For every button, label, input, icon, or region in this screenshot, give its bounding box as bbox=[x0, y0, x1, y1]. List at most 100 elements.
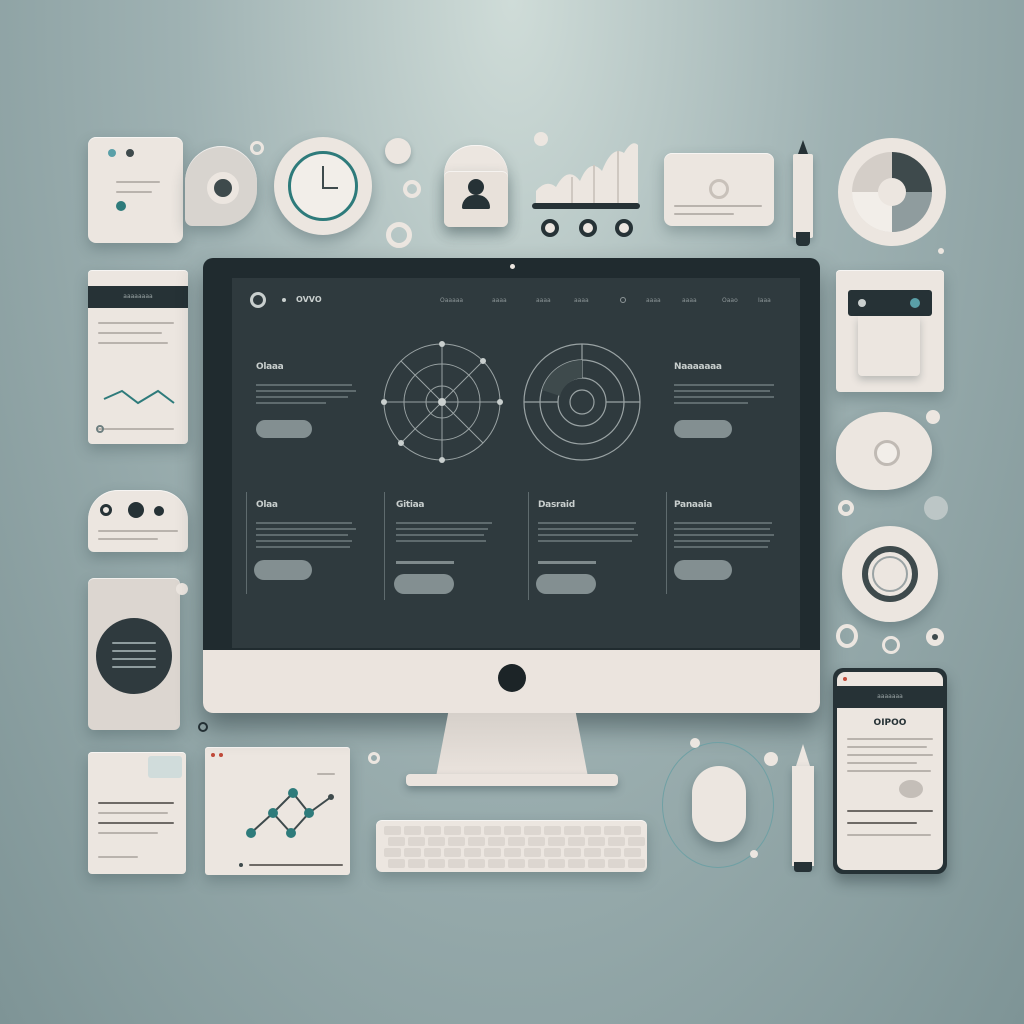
toggle-panel[interactable] bbox=[88, 490, 188, 552]
dot-icon bbox=[368, 752, 380, 764]
keyboard-key[interactable] bbox=[524, 848, 541, 857]
hero-right-button[interactable] bbox=[674, 420, 732, 438]
keyboard-key[interactable] bbox=[484, 848, 501, 857]
keyboard-key[interactable] bbox=[424, 848, 441, 857]
nav-item[interactable]: aaaa bbox=[536, 297, 551, 304]
dot-icon bbox=[534, 132, 548, 146]
nav-item[interactable]: Iaaa bbox=[758, 297, 771, 304]
keyboard-key[interactable] bbox=[468, 859, 485, 868]
card-button[interactable] bbox=[674, 560, 732, 580]
graph-card bbox=[205, 747, 350, 875]
dot-icon bbox=[386, 222, 412, 248]
keyboard-key[interactable] bbox=[564, 826, 581, 835]
phone-title: OIPOO bbox=[873, 718, 907, 728]
keyboard-key[interactable] bbox=[604, 848, 621, 857]
nav-item[interactable]: aaaa bbox=[492, 297, 507, 304]
card-button[interactable] bbox=[254, 560, 312, 580]
keyboard-key[interactable] bbox=[608, 859, 625, 868]
toggle-knob-icon bbox=[207, 172, 239, 204]
chart-icon bbox=[532, 143, 640, 237]
keyboard-key[interactable] bbox=[488, 859, 505, 868]
keyboard-key[interactable] bbox=[588, 859, 605, 868]
dot-icon bbox=[838, 500, 854, 516]
nav-item[interactable]: Oaao bbox=[722, 297, 738, 304]
keyboard-key[interactable] bbox=[564, 848, 581, 857]
keyboard-key[interactable] bbox=[428, 859, 445, 868]
keyboard-key[interactable] bbox=[444, 826, 461, 835]
keyboard-key[interactable] bbox=[544, 826, 561, 835]
power-icon[interactable] bbox=[498, 664, 526, 692]
toggle-blob[interactable] bbox=[836, 412, 932, 490]
keyboard-key[interactable] bbox=[608, 837, 625, 846]
keyboard-key[interactable] bbox=[584, 826, 601, 835]
keyboard-key[interactable] bbox=[484, 826, 501, 835]
keyboard-key[interactable] bbox=[528, 837, 545, 846]
keyboard-key[interactable] bbox=[404, 848, 421, 857]
keyboard-key[interactable] bbox=[464, 826, 481, 835]
keyboard-key[interactable] bbox=[408, 859, 425, 868]
keyboard-key[interactable] bbox=[508, 837, 525, 846]
dot-icon bbox=[938, 248, 944, 254]
keyboard-icon[interactable] bbox=[376, 820, 647, 872]
card-title: Olaa bbox=[256, 500, 278, 510]
keyboard-key[interactable] bbox=[384, 848, 401, 857]
keyboard-key[interactable] bbox=[584, 848, 601, 857]
keyboard-key[interactable] bbox=[408, 837, 425, 846]
keyboard-key[interactable] bbox=[428, 837, 445, 846]
keyboard-key[interactable] bbox=[624, 848, 641, 857]
hero-left-button[interactable] bbox=[256, 420, 312, 438]
dot-icon bbox=[385, 138, 411, 164]
keyboard-key[interactable] bbox=[504, 848, 521, 857]
hero-left-title: Olaaa bbox=[256, 362, 284, 372]
lock-icon bbox=[444, 145, 508, 227]
keyboard-key[interactable] bbox=[624, 826, 641, 835]
keyboard-key[interactable] bbox=[568, 859, 585, 868]
keyboard-key[interactable] bbox=[504, 826, 521, 835]
card-button[interactable] bbox=[536, 574, 596, 594]
keyboard-key[interactable] bbox=[548, 859, 565, 868]
phone-header: aaaaaaa bbox=[877, 693, 903, 700]
keyboard-key[interactable] bbox=[628, 837, 645, 846]
keyboard-key[interactable] bbox=[444, 848, 461, 857]
mouse-icon[interactable] bbox=[692, 766, 746, 842]
keyboard-key[interactable] bbox=[404, 826, 421, 835]
nav-item[interactable]: Oaaaaa bbox=[440, 297, 463, 304]
keyboard-key[interactable] bbox=[448, 837, 465, 846]
keyboard-key[interactable] bbox=[488, 837, 505, 846]
keyboard-key[interactable] bbox=[524, 826, 541, 835]
dot-icon bbox=[926, 628, 944, 646]
card-title: Panaaia bbox=[674, 500, 713, 510]
pencil-icon bbox=[793, 140, 813, 246]
keyboard-key[interactable] bbox=[508, 859, 525, 868]
dial-icon[interactable] bbox=[842, 526, 938, 622]
list-card bbox=[88, 752, 186, 874]
keyboard-key[interactable] bbox=[388, 859, 405, 868]
keyboard-key[interactable] bbox=[468, 837, 485, 846]
keyboard-key[interactable] bbox=[424, 826, 441, 835]
dot-icon bbox=[403, 180, 421, 198]
dot-icon bbox=[116, 201, 126, 211]
nav-item[interactable]: aaaa bbox=[646, 297, 661, 304]
dot-icon bbox=[924, 496, 948, 520]
nav-item[interactable]: aaaa bbox=[682, 297, 697, 304]
keyboard-key[interactable] bbox=[628, 859, 645, 868]
keyboard-key[interactable] bbox=[604, 826, 621, 835]
dot-icon bbox=[750, 850, 758, 858]
keyboard-key[interactable] bbox=[388, 837, 405, 846]
keyboard-key[interactable] bbox=[544, 848, 561, 857]
nav-item[interactable]: aaaa bbox=[574, 297, 589, 304]
keyboard-key[interactable] bbox=[464, 848, 481, 857]
dot-icon bbox=[176, 583, 188, 595]
keyboard-key[interactable] bbox=[548, 837, 565, 846]
card-button[interactable] bbox=[394, 574, 454, 594]
keyboard-key[interactable] bbox=[384, 826, 401, 835]
keyboard-key[interactable] bbox=[448, 859, 465, 868]
keyboard-key[interactable] bbox=[568, 837, 585, 846]
graph-icon bbox=[246, 788, 334, 838]
keyboard-key[interactable] bbox=[588, 837, 605, 846]
monitor-stand bbox=[436, 713, 588, 777]
speaker-card bbox=[88, 578, 180, 730]
card-title: Gitiaa bbox=[396, 500, 425, 510]
keyboard-key[interactable] bbox=[528, 859, 545, 868]
toggle-card[interactable] bbox=[185, 146, 257, 226]
